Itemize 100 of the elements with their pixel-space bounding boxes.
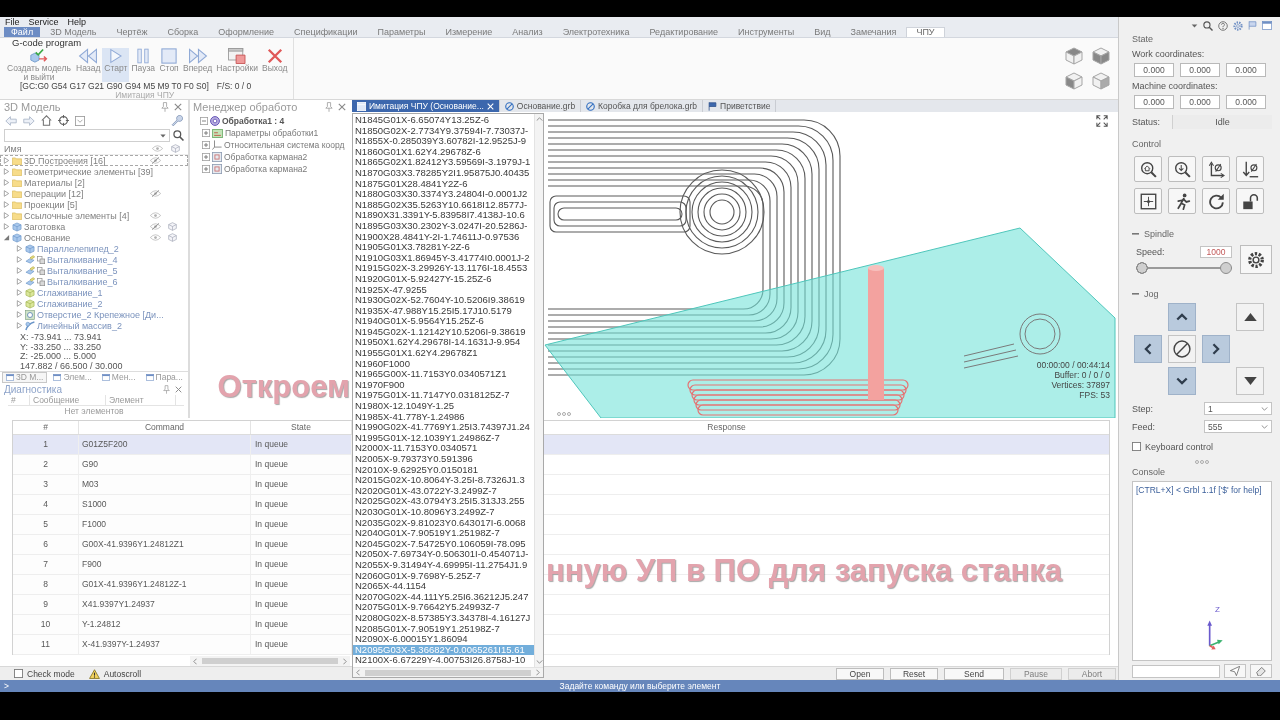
table-row[interactable]: 6 G00X-41.9396Y1.24812Z1 In queue	[13, 535, 352, 555]
table-row[interactable]: 2 G90 In queue	[13, 455, 352, 475]
home-icon[interactable]	[41, 115, 52, 126]
code-line[interactable]: N2065X-44.1154	[353, 581, 534, 592]
close-icon[interactable]	[338, 103, 346, 111]
cube-icon[interactable]	[171, 144, 180, 153]
code-line[interactable]: N1935X-47.988Y15.25I5.17J10.5179	[353, 305, 534, 317]
ribbon-tab[interactable]: ЧПУ	[906, 27, 945, 37]
code-line[interactable]: N1945G02X-1.12142Y10.5206I-9.38619	[353, 326, 534, 338]
triangle-right-icon[interactable]	[3, 212, 10, 219]
document-tab[interactable]: Имитация ЧПУ (Основание...	[352, 100, 500, 112]
eye-crossed-icon[interactable]	[150, 190, 161, 197]
command-input[interactable]	[1132, 664, 1220, 678]
code-line[interactable]: N1965G00X-11.7153Y0.0340571Z1	[353, 369, 534, 380]
code-line[interactable]: N1930G02X-52.7604Y-10.5206I9.38619	[353, 295, 534, 306]
window-icon[interactable]	[1262, 21, 1272, 30]
caret-right-icon[interactable]	[536, 669, 540, 676]
menu-item[interactable]: File	[5, 17, 20, 27]
table-row[interactable]: 5 F1000 In queue	[13, 515, 352, 535]
ribbon-tab[interactable]: 3D Модель	[40, 27, 107, 37]
action-button[interactable]: Open	[836, 667, 884, 680]
pin-icon[interactable]	[325, 102, 333, 112]
table-row[interactable]: 9 X41.9397Y1.24937 In queue	[13, 595, 352, 615]
code-line[interactable]: N1855X-0.285039Y3.60782I-12.9525J-9	[353, 136, 534, 147]
triangle-right-icon[interactable]	[16, 278, 23, 285]
eye-icon[interactable]	[152, 145, 163, 152]
jog-button[interactable]	[1236, 303, 1264, 331]
ribbon-tab[interactable]: Электротехника	[552, 27, 640, 37]
tree-item[interactable]: Обработка кармана2	[190, 163, 352, 175]
triangle-down-icon[interactable]	[3, 234, 10, 241]
table-row[interactable]: 3 M03 In queue	[13, 475, 352, 495]
code-line[interactable]: N1850G02X-2.7734Y9.37594I-7.73037J-	[353, 125, 534, 137]
jog-button[interactable]	[1236, 367, 1264, 395]
tree-item[interactable]: Заготовка	[0, 221, 188, 232]
tree-item[interactable]: Обработка1 : 4	[190, 115, 352, 127]
help-icon[interactable]	[1218, 20, 1228, 31]
jog-button[interactable]	[1168, 367, 1196, 395]
expand-icon[interactable]	[1096, 115, 1108, 127]
search-icon[interactable]	[173, 130, 184, 141]
code-line[interactable]: N1845G01X-6.65074Y13.25Z-6	[353, 115, 534, 126]
table-row[interactable]: 1 G01Z5F200 In queue	[13, 435, 352, 455]
eye-icon[interactable]	[150, 234, 161, 241]
triangle-right-icon[interactable]	[16, 322, 23, 329]
menu-item[interactable]: Help	[67, 17, 87, 27]
collapse-icon[interactable]	[1132, 292, 1139, 295]
pause-button[interactable]: Пауза	[129, 48, 158, 82]
action-button[interactable]: Send	[944, 667, 1004, 680]
control-button[interactable]	[1202, 156, 1230, 182]
search-icon[interactable]	[1203, 20, 1213, 31]
cube-icon[interactable]	[168, 233, 177, 242]
tree-item[interactable]: Проекции [5]	[0, 199, 188, 210]
create-model-button[interactable]: Создать модель и выйти	[4, 48, 74, 82]
cube-icon[interactable]	[168, 222, 177, 231]
tree-item[interactable]: Геометрические элементы [39]	[0, 166, 188, 177]
code-line[interactable]: N2025G02X-43.0794Y3.25I5.313J3.255	[353, 496, 534, 507]
code-line[interactable]: N2030G01X-10.8096Y3.2499Z-7	[353, 506, 534, 518]
code-line[interactable]: N1985X-41.778Y-1.24986	[353, 411, 534, 423]
triangle-right-icon[interactable]	[3, 168, 10, 175]
code-line[interactable]: N2015G02X-10.8064Y-3.25I-8.7326J1.3	[353, 475, 534, 486]
plus-box-icon[interactable]	[202, 141, 210, 149]
tree-item[interactable]: Обработка кармана2	[190, 151, 352, 163]
code-line[interactable]: N1940G01X-5.9564Y15.25Z-6	[353, 316, 534, 327]
control-button[interactable]	[1236, 156, 1264, 182]
ribbon-tab[interactable]: Инструменты	[728, 27, 805, 37]
ribbon-tab[interactable]: Анализ	[502, 27, 553, 37]
code-line[interactable]: N1925X-47.9255	[353, 284, 534, 296]
triangle-right-icon[interactable]	[3, 201, 10, 208]
send-button[interactable]	[1224, 664, 1246, 678]
control-button[interactable]	[1134, 188, 1162, 214]
tree-item[interactable]: 3D Построения [16]	[0, 155, 188, 166]
menu-item[interactable]: Service	[28, 17, 59, 27]
plus-box-icon[interactable]	[202, 153, 210, 161]
caret-left-icon[interactable]	[356, 669, 360, 676]
ribbon-tab[interactable]: Вид	[804, 27, 841, 37]
close-icon[interactable]	[175, 385, 182, 393]
speed-field[interactable]: 1000	[1200, 245, 1232, 258]
ribbon-tab[interactable]: Спецификации	[284, 27, 368, 37]
tree-item[interactable]: Ссылочные элементы [4]	[0, 210, 188, 221]
grip-dots-icon[interactable]	[557, 412, 571, 416]
scrollbar[interactable]	[353, 667, 543, 677]
ribbon-tab[interactable]: Редактирование	[639, 27, 729, 37]
code-line[interactable]: N2055X-9.31494Y-4.69995I-11.2754J1.9	[353, 559, 534, 571]
code-line[interactable]: N2090X-6.00015Y1.86094	[353, 634, 534, 645]
ribbon-tab[interactable]: Замечания	[840, 27, 907, 37]
view-cube-icon[interactable]	[1092, 47, 1110, 65]
table-row[interactable]: 7 F900 In queue	[13, 555, 352, 575]
back-button[interactable]: Назад	[74, 48, 103, 82]
code-line[interactable]: N1915G02X-3.29926Y-13.1176I-18.4553	[353, 263, 534, 274]
triangle-right-icon[interactable]	[16, 300, 23, 307]
table-row[interactable]: 10 Y-1.24812 In queue	[13, 615, 352, 635]
triangle-right-icon[interactable]	[16, 256, 23, 263]
code-line[interactable]: N1960F1000	[353, 358, 534, 370]
code-line[interactable]: N1895G03X30.2302Y-3.0247I-20.5286J-	[353, 220, 534, 232]
scrollbar[interactable]	[534, 114, 543, 667]
code-line[interactable]: N1970F900	[353, 379, 534, 391]
minus-box-icon[interactable]	[200, 117, 208, 125]
gear-icon[interactable]	[1233, 20, 1243, 31]
view-cube-icon[interactable]	[1092, 72, 1110, 90]
eye-crossed-icon[interactable]	[150, 223, 161, 230]
triangle-right-icon[interactable]	[3, 223, 10, 230]
